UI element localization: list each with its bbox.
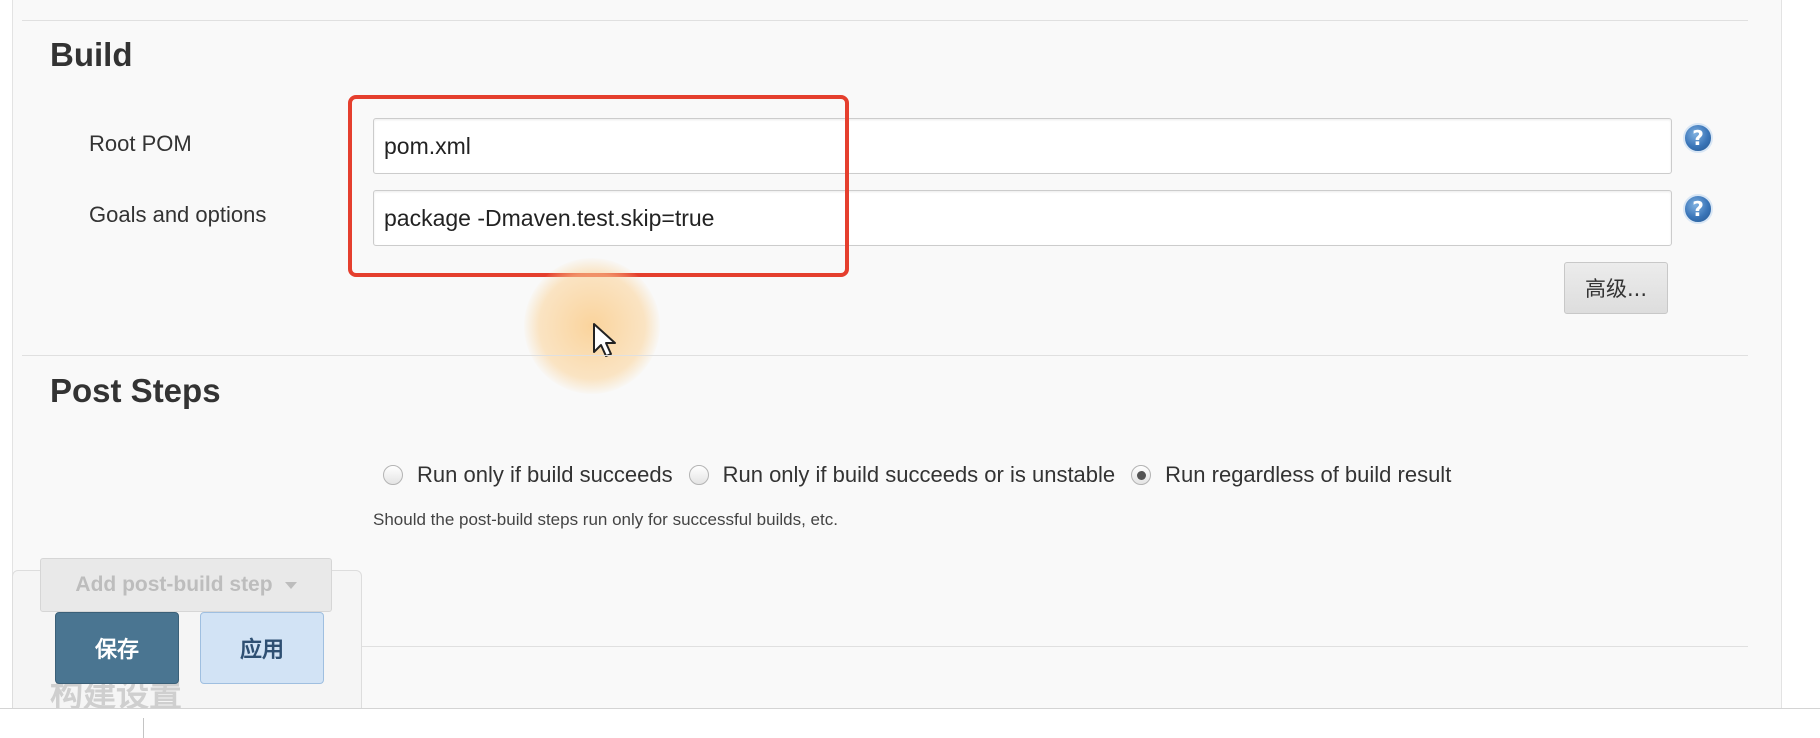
radio-label: Run regardless of build result xyxy=(1165,462,1452,487)
goals-input[interactable] xyxy=(373,190,1672,246)
radio-option-succeeds[interactable]: Run only if build succeeds xyxy=(383,462,673,488)
save-button[interactable]: 保存 xyxy=(55,612,179,684)
post-step-condition-group: Run only if build succeeds Run only if b… xyxy=(383,462,1467,488)
footer-bar xyxy=(0,708,1820,738)
radio-button[interactable] xyxy=(688,465,709,485)
section-divider xyxy=(22,355,1748,356)
help-icon[interactable]: ? xyxy=(1683,194,1713,224)
radio-label: Run only if build succeeds xyxy=(417,462,673,487)
radio-button-selected[interactable] xyxy=(1131,465,1152,485)
radio-option-regardless[interactable]: Run regardless of build result xyxy=(1131,462,1451,488)
apply-button[interactable]: 应用 xyxy=(200,612,324,684)
root-pom-input[interactable] xyxy=(373,118,1672,174)
radio-option-unstable[interactable]: Run only if build succeeds or is unstabl… xyxy=(688,462,1116,488)
add-post-build-step-button[interactable]: Add post-build step xyxy=(40,558,332,612)
advanced-button[interactable]: 高级... xyxy=(1564,262,1668,314)
section-divider xyxy=(22,20,1748,21)
root-pom-label: Root POM xyxy=(89,131,192,156)
caret-down-icon xyxy=(284,581,297,589)
add-step-label: Add post-build step xyxy=(75,573,273,596)
build-section-title: Build xyxy=(50,36,133,73)
post-steps-section-title: Post Steps xyxy=(50,372,221,409)
footer-divider xyxy=(143,718,144,738)
section-divider xyxy=(362,646,1748,647)
radio-label: Run only if build succeeds or is unstabl… xyxy=(722,462,1116,487)
goals-label: Goals and options xyxy=(89,202,267,227)
radio-button[interactable] xyxy=(383,465,403,485)
post-steps-help-text: Should the post-build steps run only for… xyxy=(373,510,838,529)
help-icon[interactable]: ? xyxy=(1683,123,1713,153)
jenkins-config-page: Build Root POM ? Goals and options ? 高级.… xyxy=(0,0,1820,738)
